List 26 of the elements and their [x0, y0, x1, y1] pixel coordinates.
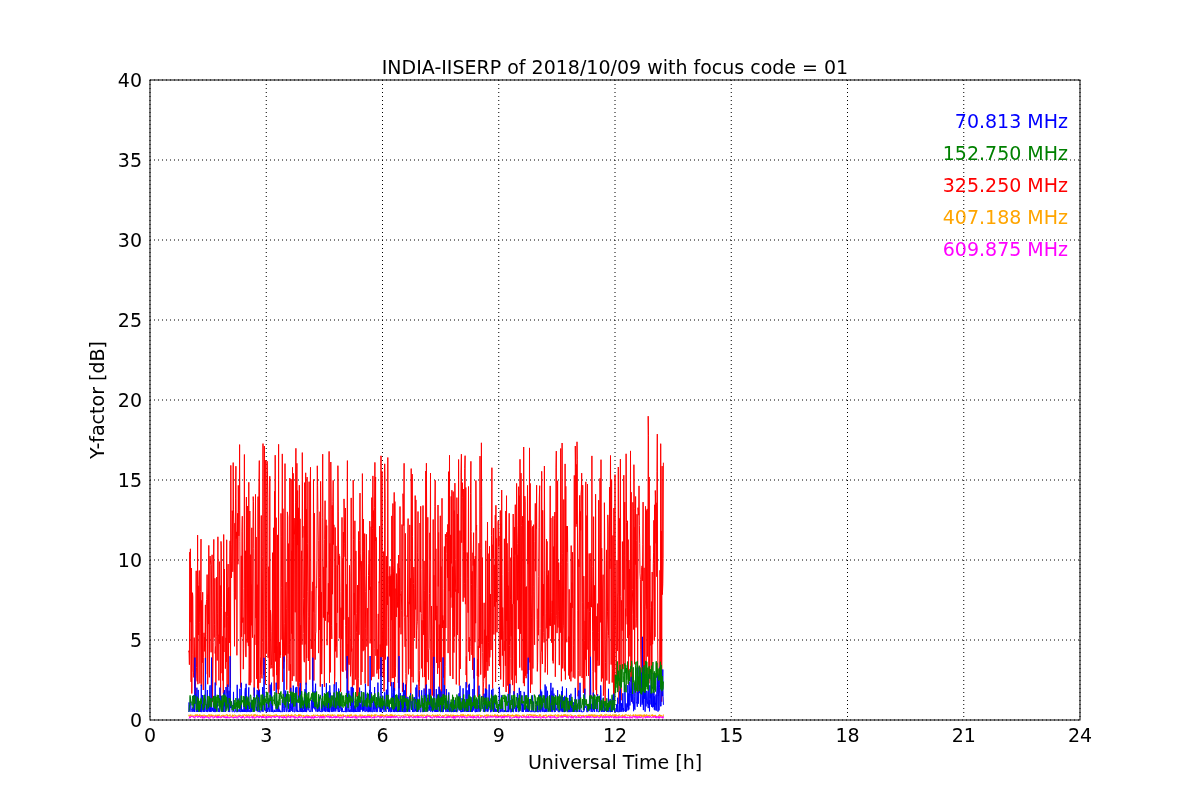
chart-title: INDIA-IISERP of 2018/10/09 with focus code = 01	[381, 56, 849, 78]
axis-label: Universal Time [h]	[527, 751, 703, 773]
tick-label: 15	[719, 724, 744, 746]
tick-label: 3	[260, 724, 273, 746]
legend-label: 325.250 MHz	[942, 174, 1068, 196]
tick-label: 24	[1067, 724, 1093, 746]
tick-label: 25	[117, 309, 142, 331]
tick-label: 0	[143, 724, 157, 746]
tick-label: 10	[117, 549, 142, 571]
tick-label: 20	[117, 389, 142, 411]
legend-label: 609.875 MHz	[942, 238, 1068, 260]
axis-label: Y-factor [dB]	[86, 341, 108, 459]
tick-label: 15	[117, 469, 142, 491]
tick-label: 40	[117, 69, 142, 91]
tick-label: 0	[129, 709, 142, 731]
tick-label: 12	[602, 724, 628, 746]
legend-label: 70.813 MHz	[954, 110, 1068, 132]
tick-label: 18	[835, 724, 860, 746]
tick-label: 30	[117, 229, 142, 251]
tick-label: 5	[129, 629, 142, 651]
tick-label: 21	[951, 724, 976, 746]
tick-label: 9	[492, 724, 505, 746]
legend-label: 407.188 MHz	[942, 206, 1068, 228]
tick-label: 35	[117, 149, 142, 171]
tick-label: 6	[376, 724, 389, 746]
legend-label: 152.750 MHz	[942, 142, 1068, 164]
